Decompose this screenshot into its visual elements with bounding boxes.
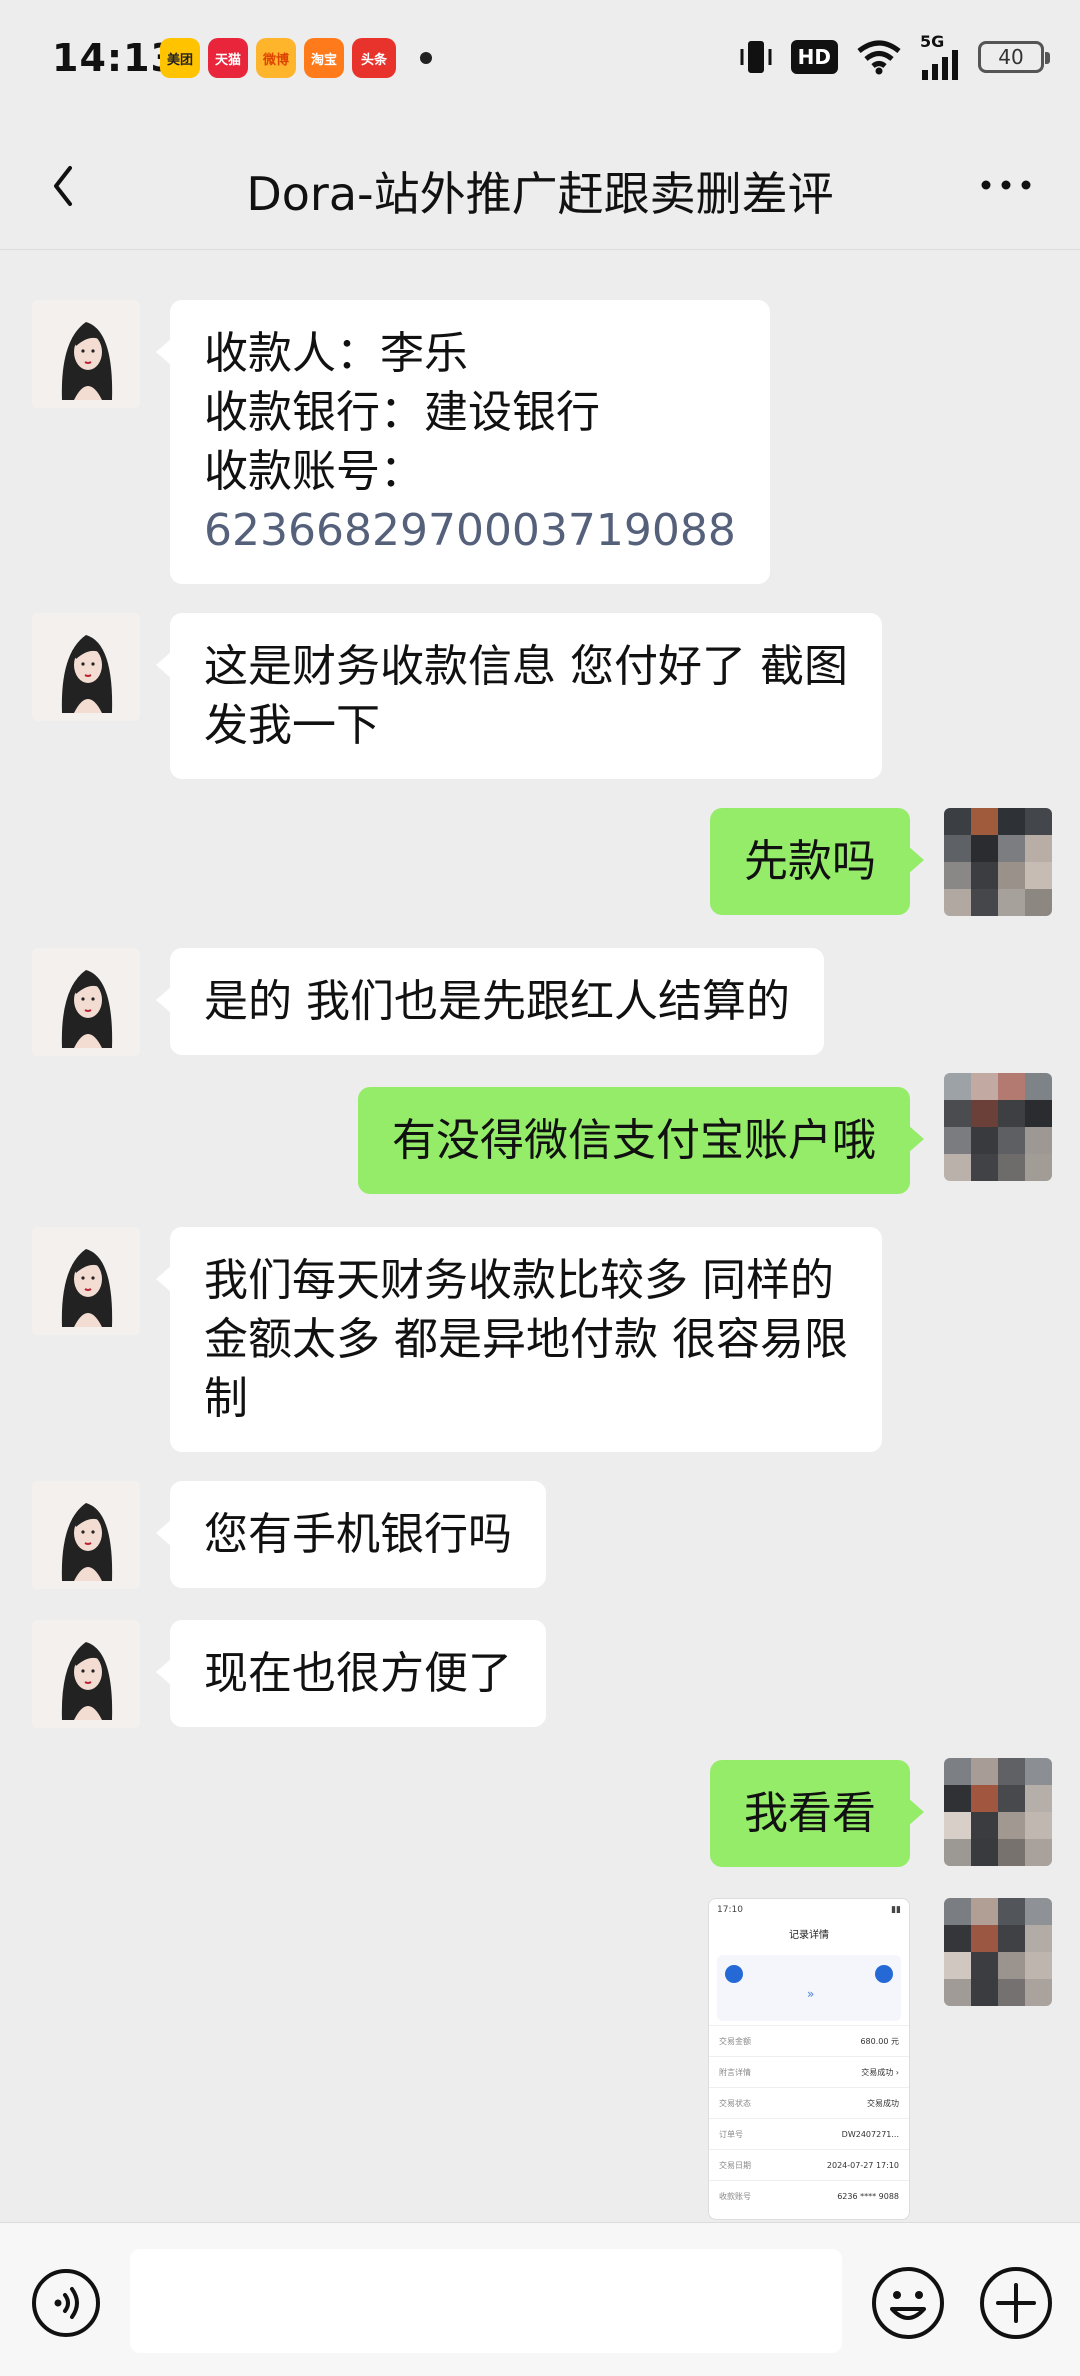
status-indicators: HD 5G 40 (739, 34, 1050, 80)
message-text: 这是财务收款信息 您付好了 截图 (204, 641, 848, 692)
detail-label: 交易状态 (719, 2099, 751, 2108)
screenshot-time: 17:10 (717, 1905, 743, 1915)
network-type-label: 5G (920, 32, 945, 51)
self-avatar[interactable] (944, 1758, 1052, 1866)
message-input[interactable] (130, 2249, 842, 2353)
message-bubble[interactable]: 这是财务收款信息 您付好了 截图 发我一下 (156, 613, 882, 779)
message-bubble[interactable]: 我们每天财务收款比较多 同样的 金额太多 都是异地付款 很容易限 制 (156, 1227, 882, 1452)
battery-level: 40 (998, 45, 1024, 69)
detail-label: 交易日期 (719, 2161, 751, 2170)
cellular-signal: 5G (920, 34, 960, 80)
more-notifications-dot-icon (420, 52, 432, 64)
plus-more-icon[interactable] (978, 2265, 1054, 2341)
taobao-app-icon: 淘宝 (304, 38, 344, 78)
message-bubble[interactable]: 有没得微信支付宝账户哦 (358, 1087, 924, 1194)
bank-logo-icon (725, 1965, 743, 1983)
screenshot-transfer-card: » (717, 1955, 901, 2021)
signal-bars-icon (922, 50, 958, 80)
detail-value: DW2407271... (841, 2130, 899, 2139)
contact-avatar[interactable] (32, 948, 140, 1056)
message-bubble[interactable]: 收款人：李乐 收款银行：建设银行 收款账号： 62366829700037190… (156, 300, 770, 584)
message-text: 发我一下 (204, 700, 380, 751)
notification-app-icons: 美团 天猫 微博 淘宝 头条 (160, 38, 432, 78)
avatar-portrait-icon (32, 948, 140, 1056)
message-text: 收款人：李乐 (204, 328, 468, 379)
screenshot-detail-row: 交易金额 680.00 元 (709, 2025, 909, 2056)
message-text: 有没得微信支付宝账户哦 (392, 1115, 876, 1166)
chat-header: Dora-站外推广赶跟卖删差评 (0, 120, 1080, 250)
account-number-link[interactable]: 6236682970003719088 (204, 501, 736, 560)
message-text: 收款银行：建设银行 (204, 387, 600, 438)
detail-label: 交易金额 (719, 2037, 751, 2046)
message-text: 收款账号： (204, 446, 424, 497)
message-bubble[interactable]: 现在也很方便了 (156, 1620, 546, 1727)
self-avatar[interactable] (944, 1073, 1052, 1181)
wifi-icon (857, 40, 901, 75)
message-text: 制 (204, 1373, 248, 1424)
avatar-portrait-icon (32, 1481, 140, 1589)
transfer-arrow-icon: » (807, 1987, 815, 2001)
contact-avatar[interactable] (32, 1620, 140, 1728)
bank-logo-icon (875, 1965, 893, 1983)
self-avatar[interactable] (944, 808, 1052, 916)
screenshot-status-bar: 17:10 ▮▮ (709, 1899, 909, 1921)
back-arrow-icon[interactable] (36, 156, 96, 216)
avatar-portrait-icon (32, 1620, 140, 1728)
message-bubble[interactable]: 先款吗 (710, 808, 924, 915)
chat-input-bar (0, 2222, 1080, 2376)
screenshot-title: 记录详情 (789, 1930, 829, 1941)
contact-avatar[interactable] (32, 300, 140, 408)
battery-icon: 40 (978, 41, 1050, 73)
screenshot-detail-row: 订单号 DW2407271... (709, 2118, 909, 2149)
tmall-app-icon: 天猫 (208, 38, 248, 78)
screenshot-status-icons: ▮▮ (891, 1905, 901, 1915)
avatar-portrait-icon (32, 300, 140, 408)
weibo-app-icon: 微博 (256, 38, 296, 78)
more-options-icon[interactable] (976, 170, 1036, 200)
message-bubble[interactable]: 您有手机银行吗 (156, 1481, 546, 1588)
pixelated-avatar (944, 808, 1052, 916)
message-text: 是的 我们也是先跟红人结算的 (204, 976, 790, 1027)
detail-value: 交易成功 › (861, 2068, 899, 2077)
message-text: 金额太多 都是异地付款 很容易限 (204, 1314, 848, 1365)
screenshot-detail-row: 收款账号 6236 **** 9088 (709, 2180, 909, 2211)
screenshot-image-message[interactable]: 17:10 ▮▮ 记录详情 » 交易金额 680.00 元 附言详情 交易成功 › … (708, 1898, 910, 2220)
message-text: 我们每天财务收款比较多 同样的 (204, 1255, 834, 1306)
message-text: 先款吗 (744, 836, 876, 887)
pixelated-avatar (944, 1758, 1052, 1866)
detail-label: 收款账号 (719, 2192, 751, 2201)
hd-icon: HD (790, 40, 838, 74)
avatar-portrait-icon (32, 1227, 140, 1335)
contact-avatar[interactable] (32, 1481, 140, 1589)
avatar-portrait-icon (32, 613, 140, 721)
message-text: 现在也很方便了 (204, 1648, 512, 1699)
detail-value: 680.00 元 (860, 2037, 899, 2046)
meituan-app-icon: 美团 (160, 38, 200, 78)
self-avatar[interactable] (944, 1898, 1052, 2006)
screenshot-detail-row: 附言详情 交易成功 › (709, 2056, 909, 2087)
message-text: 您有手机银行吗 (204, 1509, 512, 1560)
vibrate-icon (740, 41, 772, 73)
pixelated-avatar (944, 1073, 1052, 1181)
status-bar: 14:13 美团 天猫 微博 淘宝 头条 HD 5G 40 (0, 0, 1080, 120)
detail-value: 2024-07-27 17:10 (826, 2161, 899, 2170)
detail-value: 6236 **** 9088 (837, 2192, 899, 2201)
screenshot-detail-row: 交易日期 2024-07-27 17:10 (709, 2149, 909, 2180)
detail-value: 交易成功 (867, 2099, 899, 2108)
toutiao-app-icon: 头条 (352, 38, 396, 78)
emoji-icon[interactable] (870, 2265, 946, 2341)
message-text: 我看看 (744, 1788, 876, 1839)
message-bubble[interactable]: 是的 我们也是先跟红人结算的 (156, 948, 824, 1055)
contact-avatar[interactable] (32, 613, 140, 721)
detail-label: 附言详情 (719, 2068, 751, 2077)
chat-title: Dora-站外推广赶跟卖删差评 (246, 167, 834, 221)
contact-avatar[interactable] (32, 1227, 140, 1335)
pixelated-avatar (944, 1898, 1052, 2006)
voice-input-icon[interactable] (30, 2267, 102, 2339)
screenshot-detail-row: 交易状态 交易成功 (709, 2087, 909, 2118)
detail-label: 订单号 (719, 2130, 743, 2139)
message-bubble[interactable]: 我看看 (710, 1760, 924, 1867)
